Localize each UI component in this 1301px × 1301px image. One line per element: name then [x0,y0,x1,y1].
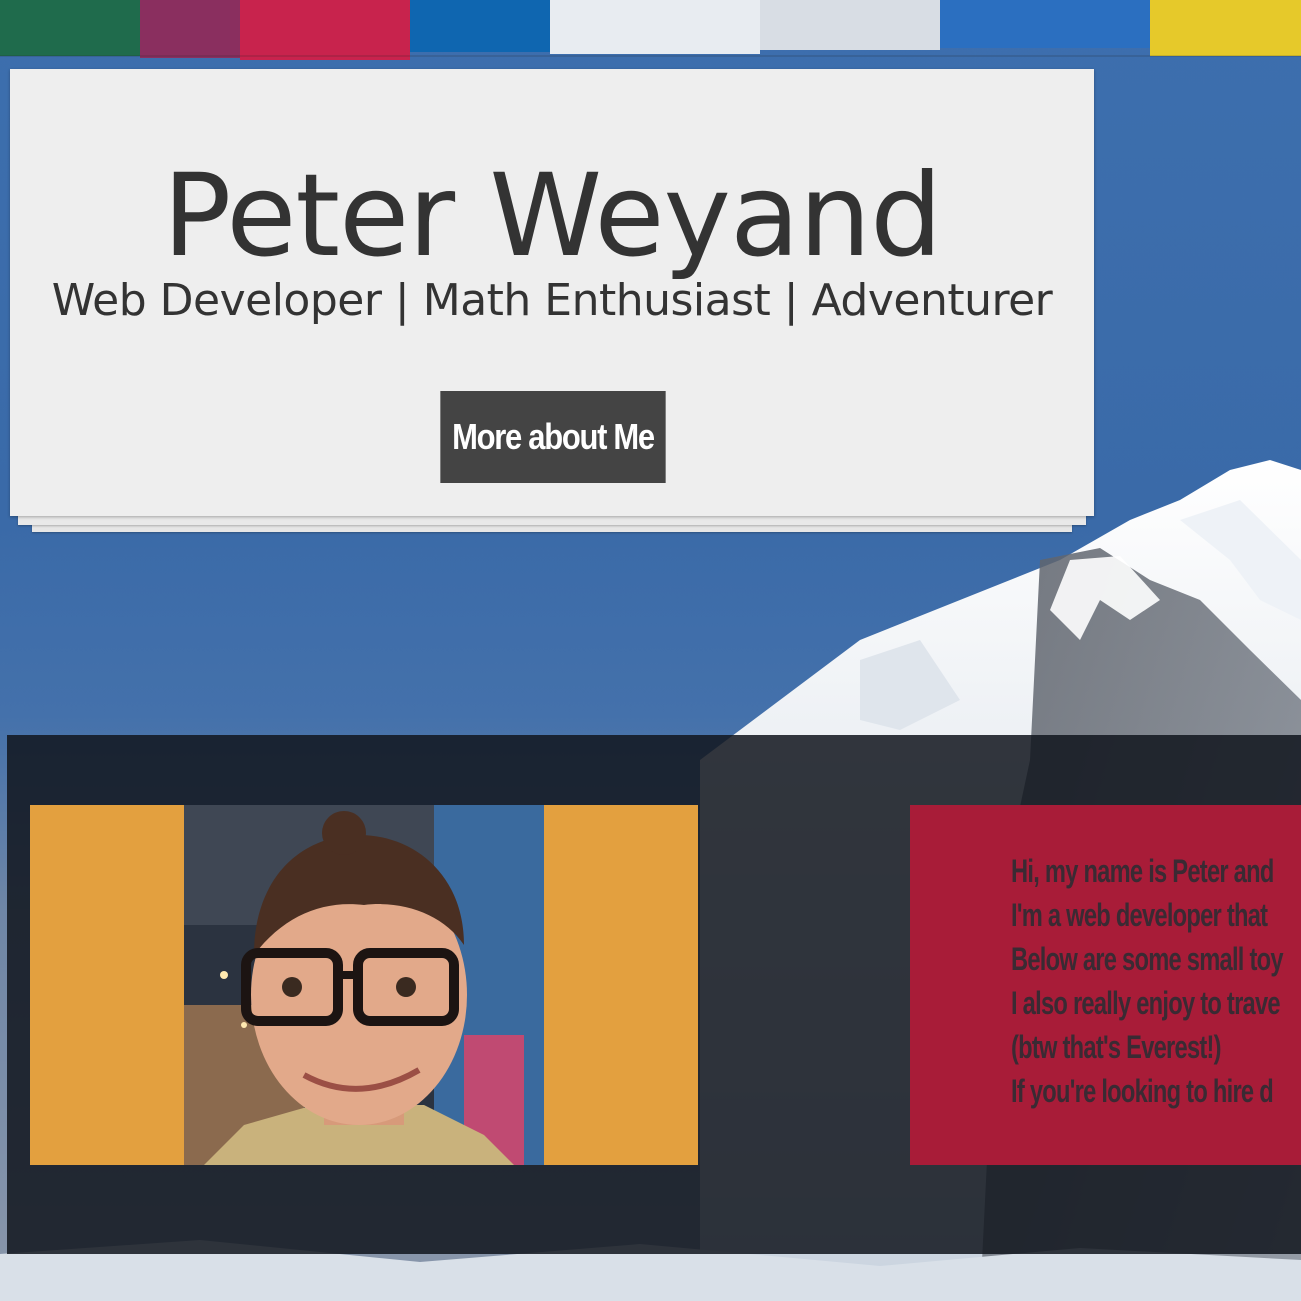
prayer-flags [0,0,1301,60]
about-section: Hi, my name is Peter and I'm a web devel… [7,735,1301,1254]
intro-card: Peter Weyand Web Developer | Math Enthus… [10,69,1094,516]
bio-line: I also really enjoy to trave [1011,985,1281,1021]
bio-line: Hi, my name is Peter and [1011,853,1274,889]
more-about-me-button[interactable]: More about Me [440,391,666,483]
page-title: Peter Weyand [162,149,943,282]
profile-photo-frame [30,805,698,1165]
bio-card: Hi, my name is Peter and I'm a web devel… [910,805,1301,1165]
bio-line: I'm a web developer that [1011,897,1268,933]
bio-line: If you're looking to hire d [1011,1073,1274,1109]
bio-line: Below are some small toy [1011,941,1284,977]
bio-text: Hi, my name is Peter and I'm a web devel… [1011,849,1301,1113]
bio-line: (btw that's Everest!) [1011,1029,1222,1065]
tagline: Web Developer | Math Enthusiast | Advent… [51,275,1053,326]
profile-photo [184,805,544,1165]
